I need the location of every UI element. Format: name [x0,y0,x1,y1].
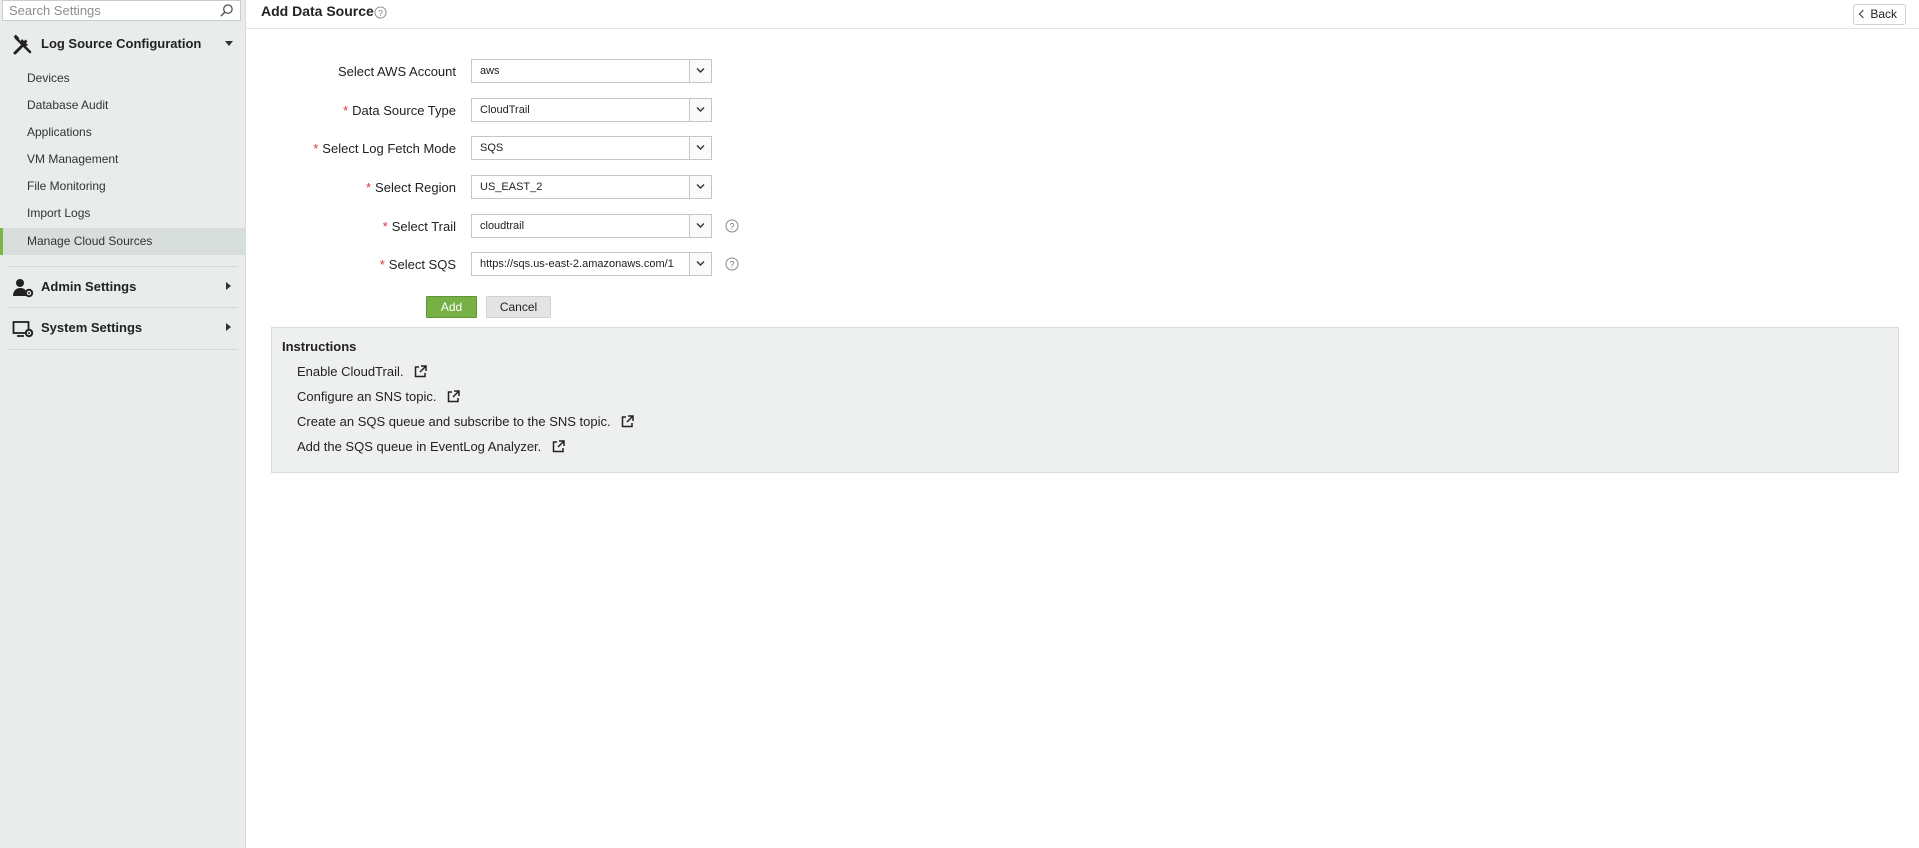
section-label: Log Source Configuration [41,36,202,51]
chevron-down-icon [696,145,705,150]
sidebar-item-applications[interactable]: Applications [0,119,246,146]
svg-text:?: ? [378,8,383,18]
chevron-right-icon [226,282,231,290]
help-icon[interactable]: ? [725,219,739,233]
form-row-sqs: * Select SQS https://sqs.us-east-2.amazon… [246,252,846,278]
chevron-right-icon [226,323,231,331]
field-label: Select AWS Account [338,64,456,79]
form-row-aws-account: Select AWS Account aws [246,59,846,85]
section-log-source-configuration[interactable]: Log Source Configuration [0,24,246,64]
dropdown-button[interactable] [689,60,711,82]
form-row-data-source-type: * Data Source Type CloudTrail [246,98,846,124]
instruction-text: Add the SQS queue in EventLog Analyzer. [297,439,542,454]
dropdown-button[interactable] [689,215,711,237]
external-link-icon [622,415,635,428]
field-label: * Select Region [366,180,456,195]
divider [8,349,238,350]
chevron-down-icon [225,41,233,46]
instructions-title: Instructions [282,339,357,354]
select-value: cloudtrail [480,220,525,232]
chevron-down-icon [696,107,705,112]
section-label: Admin Settings [41,279,137,294]
external-link-icon [552,440,565,453]
form-row-region: * Select Region US_EAST_2 [246,175,846,201]
required-marker: * [343,103,349,118]
sidebar-item-devices[interactable]: Devices [0,65,246,92]
chevron-left-icon [1859,9,1868,19]
field-label-text: Select Trail [391,219,456,234]
help-icon[interactable]: ? [374,6,387,19]
region-select[interactable]: US_EAST_2 [471,175,712,199]
svg-text:?: ? [729,260,734,270]
search-box [2,0,241,21]
form-row-trail: * Select Trail cloudtrail ? [246,214,846,240]
help-icon[interactable]: ? [725,257,739,271]
required-marker: * [379,257,385,272]
sqs-select[interactable]: https://sqs.us-east-2.amazonaws.com/1 [471,252,712,276]
instruction-link[interactable]: Enable CloudTrail. [297,364,427,382]
select-value: US_EAST_2 [480,181,543,193]
search-icon[interactable] [219,3,234,18]
required-marker: * [365,180,372,195]
instruction-link[interactable]: Create an SQS queue and subscribe to the… [297,414,635,432]
page-header: Add Data Source ? Back [246,0,1919,29]
external-link-icon [447,390,460,403]
field-label-text: Data Source Type [352,103,456,118]
log-fetch-mode-select[interactable]: SQS [471,136,712,160]
data-source-type-select[interactable]: CloudTrail [471,98,712,122]
sidebar: Log Source Configuration Devices Databas… [0,0,246,848]
dropdown-button[interactable] [689,253,711,275]
aws-account-select[interactable]: aws [471,59,712,83]
add-button[interactable]: Add [426,296,477,318]
dropdown-button[interactable] [689,137,711,159]
instruction-text: Create an SQS queue and subscribe to the… [297,414,611,429]
tools-icon [13,34,32,55]
field-label: * Select SQS [380,257,456,272]
sidebar-item-vm-management[interactable]: VM Management [0,146,246,173]
section-label: System Settings [41,320,143,335]
sidebar-item-manage-cloud-sources[interactable]: Manage Cloud Sources [0,228,246,255]
field-label-text: Select SQS [388,257,456,272]
external-link-icon [414,365,427,378]
instruction-text: Configure an SNS topic. [297,389,437,404]
field-label: * Select Trail [383,219,456,234]
search-input[interactable] [3,1,213,20]
instruction-text: Enable CloudTrail. [297,364,404,379]
page-title: Add Data Source [261,3,374,19]
chevron-down-icon [696,68,705,73]
back-label: Back [1870,7,1897,21]
required-marker: * [382,219,388,234]
cancel-button[interactable]: Cancel [486,296,551,318]
field-label-text: Select Region [375,180,456,195]
dropdown-button[interactable] [689,99,711,121]
instruction-link[interactable]: Add the SQS queue in EventLog Analyzer. [297,439,565,457]
instructions-panel: Instructions Enable CloudTrail. Configur… [271,327,1899,473]
chevron-down-icon [696,261,705,266]
field-label: * Data Source Type [343,103,456,118]
field-label: * Select Log Fetch Mode [313,141,456,156]
back-button[interactable]: Back [1853,4,1906,25]
chevron-down-icon [696,184,705,189]
field-label-text: Select AWS Account [337,64,456,79]
form-row-log-fetch-mode: * Select Log Fetch Mode SQS [246,136,846,162]
instruction-link[interactable]: Configure an SNS topic. [297,389,460,407]
svg-text:?: ? [729,222,734,232]
required-marker: * [313,141,319,156]
select-value: aws [480,65,500,77]
trail-select[interactable]: cloudtrail [471,214,712,238]
select-value: https://sqs.us-east-2.amazonaws.com/1 [480,258,674,270]
chevron-down-icon [696,223,705,228]
sidebar-item-database-audit[interactable]: Database Audit [0,92,246,119]
admin-user-gear-icon [13,279,34,298]
dropdown-button[interactable] [689,176,711,198]
select-value: SQS [480,142,504,154]
section-system-settings[interactable]: System Settings [0,308,246,348]
sidebar-item-file-monitoring[interactable]: File Monitoring [0,173,246,200]
section-admin-settings[interactable]: Admin Settings [0,267,246,307]
sidebar-item-import-logs[interactable]: Import Logs [0,200,246,227]
select-value: CloudTrail [480,104,530,116]
monitor-gear-icon [12,321,34,338]
field-label-text: Select Log Fetch Mode [322,141,456,156]
